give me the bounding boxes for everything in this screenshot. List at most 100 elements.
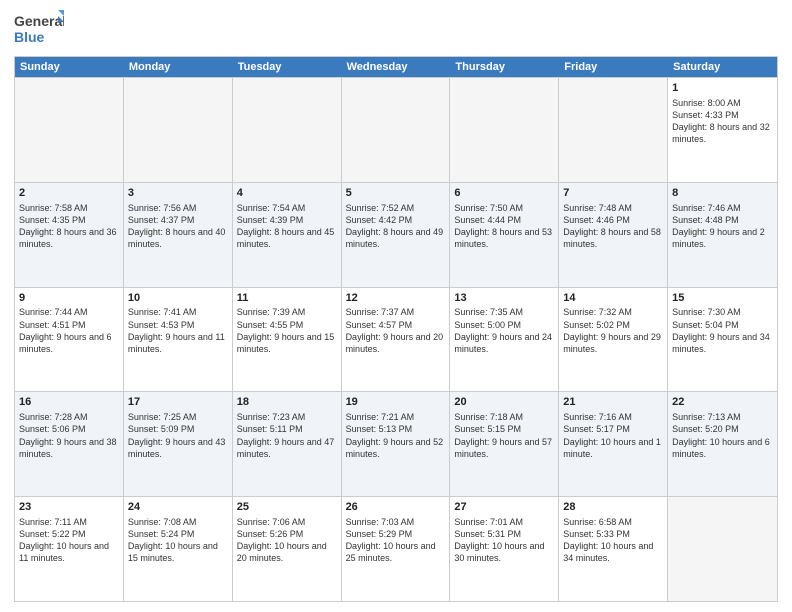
day-info: Sunrise: 7:48 AM Sunset: 4:46 PM Dayligh… bbox=[563, 202, 663, 251]
calendar-cell: 16Sunrise: 7:28 AM Sunset: 5:06 PM Dayli… bbox=[15, 392, 124, 496]
calendar-cell: 8Sunrise: 7:46 AM Sunset: 4:48 PM Daylig… bbox=[668, 183, 777, 287]
day-info: Sunrise: 7:52 AM Sunset: 4:42 PM Dayligh… bbox=[346, 202, 446, 251]
day-number: 3 bbox=[128, 186, 228, 201]
day-number: 16 bbox=[19, 395, 119, 410]
day-number: 12 bbox=[346, 291, 446, 306]
calendar-cell: 14Sunrise: 7:32 AM Sunset: 5:02 PM Dayli… bbox=[559, 288, 668, 392]
svg-text:Blue: Blue bbox=[14, 29, 45, 45]
calendar-cell: 27Sunrise: 7:01 AM Sunset: 5:31 PM Dayli… bbox=[450, 497, 559, 601]
calendar-cell: 12Sunrise: 7:37 AM Sunset: 4:57 PM Dayli… bbox=[342, 288, 451, 392]
day-info: Sunrise: 7:58 AM Sunset: 4:35 PM Dayligh… bbox=[19, 202, 119, 251]
calendar: SundayMondayTuesdayWednesdayThursdayFrid… bbox=[14, 56, 778, 602]
day-number: 28 bbox=[563, 500, 663, 515]
day-info: Sunrise: 7:54 AM Sunset: 4:39 PM Dayligh… bbox=[237, 202, 337, 251]
calendar-cell: 11Sunrise: 7:39 AM Sunset: 4:55 PM Dayli… bbox=[233, 288, 342, 392]
calendar-cell: 26Sunrise: 7:03 AM Sunset: 5:29 PM Dayli… bbox=[342, 497, 451, 601]
calendar-cell: 5Sunrise: 7:52 AM Sunset: 4:42 PM Daylig… bbox=[342, 183, 451, 287]
day-info: Sunrise: 7:01 AM Sunset: 5:31 PM Dayligh… bbox=[454, 516, 554, 565]
calendar-cell: 17Sunrise: 7:25 AM Sunset: 5:09 PM Dayli… bbox=[124, 392, 233, 496]
calendar-cell bbox=[233, 78, 342, 182]
calendar-header: SundayMondayTuesdayWednesdayThursdayFrid… bbox=[15, 57, 777, 77]
calendar-cell bbox=[15, 78, 124, 182]
day-number: 25 bbox=[237, 500, 337, 515]
day-info: Sunrise: 7:50 AM Sunset: 4:44 PM Dayligh… bbox=[454, 202, 554, 251]
day-number: 27 bbox=[454, 500, 554, 515]
day-info: Sunrise: 7:46 AM Sunset: 4:48 PM Dayligh… bbox=[672, 202, 773, 251]
calendar-cell bbox=[668, 497, 777, 601]
day-info: Sunrise: 7:18 AM Sunset: 5:15 PM Dayligh… bbox=[454, 411, 554, 460]
calendar-cell: 23Sunrise: 7:11 AM Sunset: 5:22 PM Dayli… bbox=[15, 497, 124, 601]
calendar-cell: 24Sunrise: 7:08 AM Sunset: 5:24 PM Dayli… bbox=[124, 497, 233, 601]
day-info: Sunrise: 7:16 AM Sunset: 5:17 PM Dayligh… bbox=[563, 411, 663, 460]
day-info: Sunrise: 7:06 AM Sunset: 5:26 PM Dayligh… bbox=[237, 516, 337, 565]
day-number: 26 bbox=[346, 500, 446, 515]
day-number: 14 bbox=[563, 291, 663, 306]
calendar-row: 2Sunrise: 7:58 AM Sunset: 4:35 PM Daylig… bbox=[15, 182, 777, 287]
day-number: 1 bbox=[672, 81, 773, 96]
day-number: 5 bbox=[346, 186, 446, 201]
svg-text:General: General bbox=[14, 13, 64, 29]
day-info: Sunrise: 7:44 AM Sunset: 4:51 PM Dayligh… bbox=[19, 306, 119, 355]
day-info: Sunrise: 7:23 AM Sunset: 5:11 PM Dayligh… bbox=[237, 411, 337, 460]
calendar-cell: 15Sunrise: 7:30 AM Sunset: 5:04 PM Dayli… bbox=[668, 288, 777, 392]
day-info: Sunrise: 6:58 AM Sunset: 5:33 PM Dayligh… bbox=[563, 516, 663, 565]
day-number: 20 bbox=[454, 395, 554, 410]
day-info: Sunrise: 7:37 AM Sunset: 4:57 PM Dayligh… bbox=[346, 306, 446, 355]
calendar-cell: 28Sunrise: 6:58 AM Sunset: 5:33 PM Dayli… bbox=[559, 497, 668, 601]
day-info: Sunrise: 7:32 AM Sunset: 5:02 PM Dayligh… bbox=[563, 306, 663, 355]
header-day: Thursday bbox=[450, 57, 559, 77]
header-day: Wednesday bbox=[342, 57, 451, 77]
day-info: Sunrise: 7:08 AM Sunset: 5:24 PM Dayligh… bbox=[128, 516, 228, 565]
day-info: Sunrise: 7:13 AM Sunset: 5:20 PM Dayligh… bbox=[672, 411, 773, 460]
day-number: 18 bbox=[237, 395, 337, 410]
calendar-cell bbox=[342, 78, 451, 182]
page: General Blue SundayMondayTuesdayWednesda… bbox=[0, 0, 792, 612]
logo-svg: General Blue bbox=[14, 10, 64, 48]
calendar-cell bbox=[450, 78, 559, 182]
day-info: Sunrise: 7:28 AM Sunset: 5:06 PM Dayligh… bbox=[19, 411, 119, 460]
calendar-cell: 4Sunrise: 7:54 AM Sunset: 4:39 PM Daylig… bbox=[233, 183, 342, 287]
day-info: Sunrise: 7:41 AM Sunset: 4:53 PM Dayligh… bbox=[128, 306, 228, 355]
calendar-cell: 25Sunrise: 7:06 AM Sunset: 5:26 PM Dayli… bbox=[233, 497, 342, 601]
day-number: 6 bbox=[454, 186, 554, 201]
day-number: 2 bbox=[19, 186, 119, 201]
day-number: 22 bbox=[672, 395, 773, 410]
calendar-row: 23Sunrise: 7:11 AM Sunset: 5:22 PM Dayli… bbox=[15, 496, 777, 601]
calendar-cell: 22Sunrise: 7:13 AM Sunset: 5:20 PM Dayli… bbox=[668, 392, 777, 496]
calendar-cell: 13Sunrise: 7:35 AM Sunset: 5:00 PM Dayli… bbox=[450, 288, 559, 392]
calendar-cell: 2Sunrise: 7:58 AM Sunset: 4:35 PM Daylig… bbox=[15, 183, 124, 287]
day-info: Sunrise: 7:35 AM Sunset: 5:00 PM Dayligh… bbox=[454, 306, 554, 355]
header-day: Tuesday bbox=[233, 57, 342, 77]
day-number: 11 bbox=[237, 291, 337, 306]
day-number: 13 bbox=[454, 291, 554, 306]
calendar-cell: 21Sunrise: 7:16 AM Sunset: 5:17 PM Dayli… bbox=[559, 392, 668, 496]
day-info: Sunrise: 7:39 AM Sunset: 4:55 PM Dayligh… bbox=[237, 306, 337, 355]
header-day: Friday bbox=[559, 57, 668, 77]
day-number: 4 bbox=[237, 186, 337, 201]
day-number: 24 bbox=[128, 500, 228, 515]
day-number: 9 bbox=[19, 291, 119, 306]
calendar-cell bbox=[559, 78, 668, 182]
calendar-cell: 1Sunrise: 8:00 AM Sunset: 4:33 PM Daylig… bbox=[668, 78, 777, 182]
calendar-body: 1Sunrise: 8:00 AM Sunset: 4:33 PM Daylig… bbox=[15, 77, 777, 601]
day-number: 15 bbox=[672, 291, 773, 306]
calendar-row: 1Sunrise: 8:00 AM Sunset: 4:33 PM Daylig… bbox=[15, 77, 777, 182]
calendar-cell: 18Sunrise: 7:23 AM Sunset: 5:11 PM Dayli… bbox=[233, 392, 342, 496]
header-day: Sunday bbox=[15, 57, 124, 77]
calendar-row: 9Sunrise: 7:44 AM Sunset: 4:51 PM Daylig… bbox=[15, 287, 777, 392]
day-number: 21 bbox=[563, 395, 663, 410]
calendar-cell bbox=[124, 78, 233, 182]
calendar-cell: 10Sunrise: 7:41 AM Sunset: 4:53 PM Dayli… bbox=[124, 288, 233, 392]
calendar-cell: 20Sunrise: 7:18 AM Sunset: 5:15 PM Dayli… bbox=[450, 392, 559, 496]
calendar-cell: 9Sunrise: 7:44 AM Sunset: 4:51 PM Daylig… bbox=[15, 288, 124, 392]
day-number: 17 bbox=[128, 395, 228, 410]
header-day: Monday bbox=[124, 57, 233, 77]
calendar-row: 16Sunrise: 7:28 AM Sunset: 5:06 PM Dayli… bbox=[15, 391, 777, 496]
day-number: 23 bbox=[19, 500, 119, 515]
day-info: Sunrise: 8:00 AM Sunset: 4:33 PM Dayligh… bbox=[672, 97, 773, 146]
day-number: 10 bbox=[128, 291, 228, 306]
calendar-cell: 3Sunrise: 7:56 AM Sunset: 4:37 PM Daylig… bbox=[124, 183, 233, 287]
calendar-cell: 7Sunrise: 7:48 AM Sunset: 4:46 PM Daylig… bbox=[559, 183, 668, 287]
day-info: Sunrise: 7:11 AM Sunset: 5:22 PM Dayligh… bbox=[19, 516, 119, 565]
header-day: Saturday bbox=[668, 57, 777, 77]
